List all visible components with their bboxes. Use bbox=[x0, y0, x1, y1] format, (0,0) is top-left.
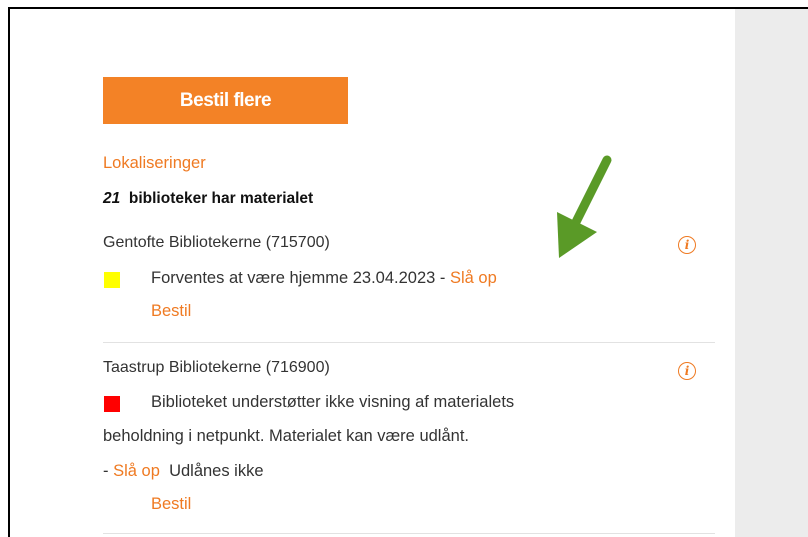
loan-status: Udlånes ikke bbox=[169, 462, 264, 480]
localizations-heading: Lokaliseringer bbox=[103, 154, 206, 172]
library-name-taastrup: Taastrup Bibliotekerne (716900) bbox=[103, 359, 330, 376]
status-line-2-taastrup: beholdning i netpunkt. Materialet kan væ… bbox=[103, 427, 469, 445]
order-link-taastrup[interactable]: Bestil bbox=[151, 495, 191, 514]
right-sidebar bbox=[735, 9, 808, 537]
status-swatch-yellow bbox=[104, 272, 120, 288]
lookup-line-taastrup: - Slå op Udlånes ikke bbox=[103, 462, 264, 481]
order-link-gentofte[interactable]: Bestil bbox=[151, 302, 191, 321]
lookup-link[interactable]: Slå op bbox=[113, 462, 160, 480]
status-line-1-taastrup: Biblioteket understøtter ikke visning af… bbox=[151, 393, 515, 411]
lookup-link[interactable]: Slå op bbox=[450, 269, 497, 287]
status-text: Forventes at være hjemme 23.04.2023 - bbox=[151, 269, 450, 287]
info-icon[interactable]: i bbox=[678, 362, 696, 380]
library-count-number: 21 bbox=[103, 190, 121, 207]
library-name-gentofte: Gentofte Bibliotekerne (715700) bbox=[103, 234, 330, 251]
status-swatch-red bbox=[104, 396, 120, 412]
library-count: 21 biblioteker har materialet bbox=[103, 190, 313, 208]
lookup-prefix: - bbox=[103, 462, 114, 480]
info-icon[interactable]: i bbox=[678, 236, 696, 254]
divider bbox=[103, 533, 715, 534]
library-count-text: biblioteker har materialet bbox=[128, 190, 314, 207]
green-arrow-annotation bbox=[557, 155, 612, 258]
divider bbox=[103, 342, 715, 343]
order-more-button[interactable]: Bestil flere bbox=[103, 77, 348, 124]
status-line-gentofte: Forventes at være hjemme 23.04.2023 - Sl… bbox=[151, 269, 497, 288]
